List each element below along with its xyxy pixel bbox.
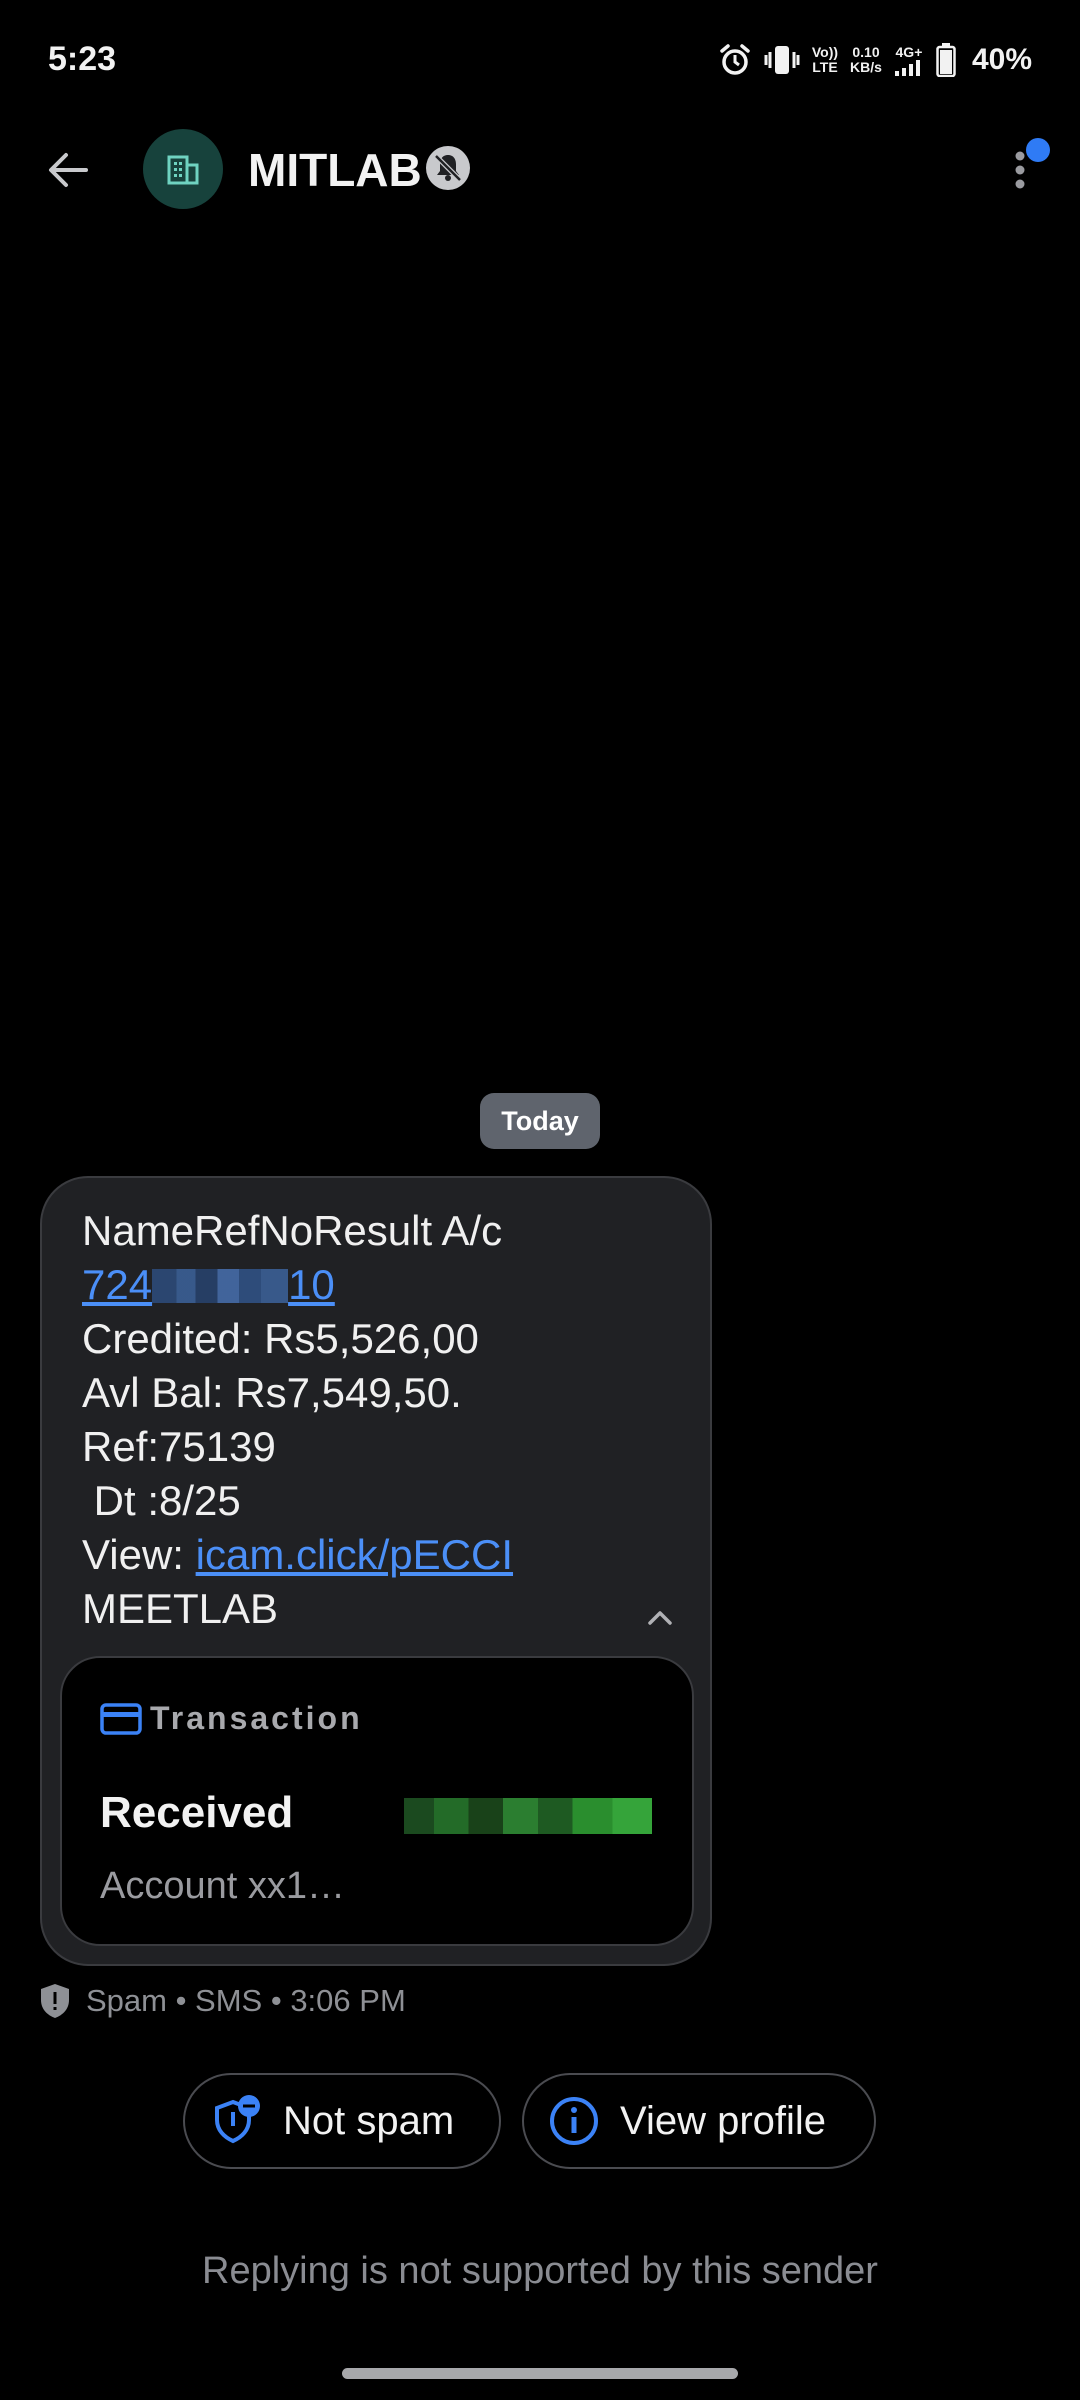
status-icons: Vo)) LTE 0.10 KB/s 4G+ 40%: [718, 38, 1032, 82]
account-number-link[interactable]: 724 10: [82, 1258, 513, 1312]
status-time: 5:23: [48, 40, 117, 78]
available-balance-line: Avl Bal: Rs7,549,50.: [82, 1369, 462, 1416]
meta-text: Spam • SMS • 3:06 PM: [86, 1983, 406, 2018]
muted-bell-icon: [424, 144, 472, 192]
view-prefix: View:: [82, 1531, 196, 1578]
card-subtitle: Account xx1…: [100, 1865, 345, 1907]
network-type: 4G+: [895, 43, 923, 60]
card-heading: Transaction: [150, 1700, 363, 1736]
notification-dot: [1026, 138, 1050, 162]
credited-line: Credited: Rs5,526,00: [82, 1315, 479, 1362]
volte-top: Vo)): [811, 44, 839, 60]
view-line: View: icam.click/pECCI: [82, 1528, 513, 1582]
battery-icon: [936, 43, 956, 77]
card-title: Received: [100, 1788, 294, 1837]
message-line-1: NameRefNoResult A/c: [82, 1207, 503, 1254]
vibrate-icon: [764, 43, 800, 77]
home-indicator[interactable]: [342, 2368, 738, 2379]
sender-signature: MEETLAB: [82, 1585, 279, 1632]
redacted-amount: [404, 1798, 652, 1834]
credit-card-icon: [100, 1702, 142, 1735]
building-icon: [167, 155, 199, 185]
app-bar: MITLAB: [0, 120, 1080, 220]
avatar[interactable]: [143, 129, 223, 209]
card-header: Transaction: [100, 1700, 363, 1737]
speed-unit: KB/s: [850, 59, 882, 75]
account-prefix: 724: [82, 1261, 153, 1308]
not-spam-label: Not spam: [283, 2098, 455, 2143]
view-profile-button[interactable]: View profile: [522, 2073, 876, 2169]
reply-not-supported-note: Replying is not supported by this sender: [202, 2250, 878, 2292]
network-signal: 4G+: [894, 43, 924, 76]
account-suffix: 10: [288, 1261, 335, 1308]
speed-label: 0.10 KB/s: [850, 45, 882, 75]
volte-bottom: LTE: [812, 59, 838, 75]
ref-line: Ref:75139: [82, 1423, 276, 1470]
collapse-chevron-icon[interactable]: [640, 1598, 680, 1638]
info-icon: [548, 2095, 600, 2147]
back-button[interactable]: [40, 142, 96, 198]
not-spam-button[interactable]: Not spam: [183, 2073, 501, 2169]
conversation-title[interactable]: MITLAB: [248, 142, 422, 198]
battery-percent: 40%: [971, 43, 1032, 76]
message-link[interactable]: icam.click/pECCI: [196, 1531, 513, 1578]
message-meta: Spam • SMS • 3:06 PM: [38, 1982, 406, 2020]
transaction-card[interactable]: Transaction Received Account xx1…: [60, 1656, 694, 1946]
view-profile-label: View profile: [620, 2098, 827, 2143]
message-text: NameRefNoResult A/c 724 10 Credited: Rs5,…: [82, 1204, 513, 1636]
signal-icon: [894, 59, 920, 76]
redacted-digits: [152, 1269, 289, 1303]
volte-label: Vo)) LTE: [812, 45, 838, 75]
speed-value: 0.10: [852, 44, 880, 60]
shield-remove-icon: [209, 2094, 263, 2148]
message-bubble[interactable]: NameRefNoResult A/c 724 10 Credited: Rs5,…: [40, 1176, 712, 1966]
date-chip: Today: [480, 1093, 600, 1149]
date-line: Dt :8/25: [82, 1477, 241, 1524]
shield-icon: [41, 1984, 69, 2018]
status-bar: 5:23 Vo)) LTE 0.10 KB/s 4G+ 40%: [0, 0, 1080, 120]
back-arrow-icon: [49, 153, 88, 187]
alarm-icon: [718, 43, 752, 77]
